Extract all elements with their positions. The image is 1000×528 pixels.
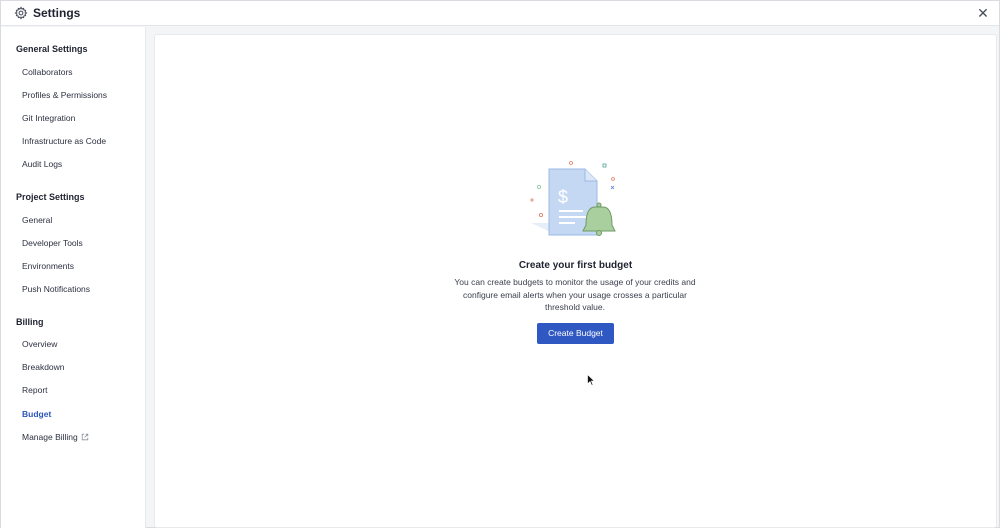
- gear-icon: [14, 6, 28, 20]
- section-title-billing: Billing: [16, 317, 44, 327]
- section-title-general-settings: General Settings: [16, 44, 88, 54]
- sidebar-item-manage-billing[interactable]: Manage Billing: [22, 432, 89, 442]
- sidebar-item-push-notifications[interactable]: Push Notifications: [22, 284, 90, 294]
- settings-window: Settings ✕ General Settings Collaborator…: [0, 0, 1000, 528]
- window-title: Settings: [33, 6, 81, 20]
- section-title-project-settings: Project Settings: [16, 192, 85, 202]
- settings-sidebar: General Settings Collaborators Profiles …: [1, 27, 146, 528]
- empty-state-title: Create your first budget: [518, 260, 633, 271]
- budget-content-panel: $ Create your first budget You can creat…: [154, 34, 997, 528]
- external-link-icon: [81, 433, 88, 441]
- sidebar-item-git-integration[interactable]: Git Integration: [22, 113, 75, 123]
- create-budget-button[interactable]: Create Budget: [537, 323, 614, 344]
- sidebar-item-label: Manage Billing: [22, 432, 78, 442]
- sidebar-item-infrastructure-as-code[interactable]: Infrastructure as Code: [22, 136, 106, 146]
- dollar-symbol: $: [558, 187, 568, 207]
- empty-state-description: You can create budgets to monitor the us…: [454, 277, 696, 312]
- mouse-cursor-icon: [587, 374, 595, 386]
- sidebar-item-environments[interactable]: Environments: [22, 261, 74, 271]
- sidebar-item-report[interactable]: Report: [22, 385, 48, 395]
- sidebar-item-general[interactable]: General: [22, 215, 52, 225]
- close-button[interactable]: ✕: [975, 5, 991, 21]
- title-bar: Settings ✕: [1, 1, 999, 26]
- close-icon: ✕: [977, 5, 989, 21]
- sidebar-item-profiles-permissions[interactable]: Profiles & Permissions: [22, 90, 107, 100]
- sidebar-item-audit-logs[interactable]: Audit Logs: [22, 159, 62, 169]
- sidebar-item-overview[interactable]: Overview: [22, 339, 57, 349]
- sidebar-item-budget[interactable]: Budget: [22, 409, 51, 419]
- sidebar-item-collaborators[interactable]: Collaborators: [22, 67, 73, 77]
- budget-document-bell-illustration: $: [530, 161, 616, 236]
- sidebar-item-breakdown[interactable]: Breakdown: [22, 362, 65, 372]
- sidebar-item-developer-tools[interactable]: Developer Tools: [22, 238, 83, 248]
